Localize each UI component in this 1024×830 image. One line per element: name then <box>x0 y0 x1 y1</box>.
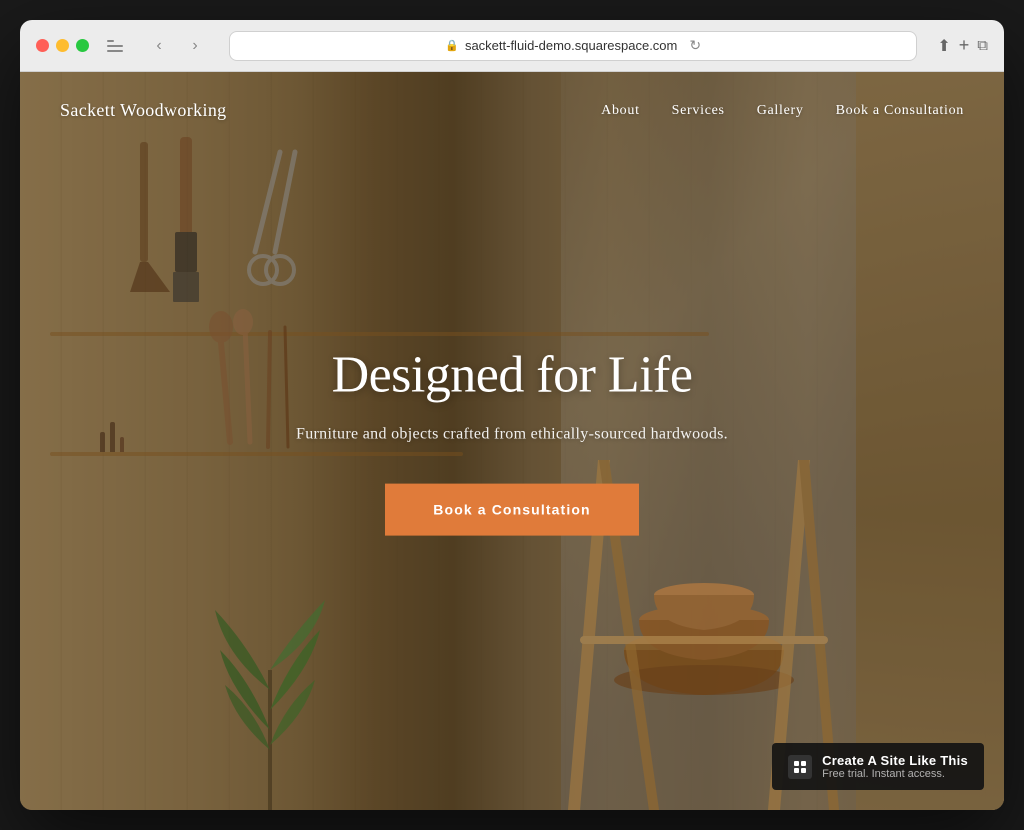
badge-title: Create A Site Like This <box>822 753 968 768</box>
nav-services[interactable]: Services <box>672 103 725 119</box>
nav-about[interactable]: About <box>601 103 640 119</box>
badge-text: Create A Site Like This Free trial. Inst… <box>822 753 968 780</box>
plant-svg <box>210 590 330 810</box>
nav-book-consultation[interactable]: Book a Consultation <box>836 103 964 119</box>
address-bar[interactable]: 🔒 sackett-fluid-demo.squarespace.com ↻ <box>229 31 917 61</box>
nav-links: About Services Gallery Book a Consultati… <box>601 103 964 119</box>
maximize-button[interactable] <box>76 39 89 52</box>
site-nav: Sackett Woodworking About Services Galle… <box>20 72 1004 149</box>
hero-content: Designed for Life Furniture and objects … <box>212 347 812 536</box>
hero-subtitle: Furniture and objects crafted from ethic… <box>212 422 812 448</box>
squarespace-icon <box>788 755 812 779</box>
close-button[interactable] <box>36 39 49 52</box>
url-display: sackett-fluid-demo.squarespace.com <box>465 38 677 53</box>
squarespace-badge[interactable]: Create A Site Like This Free trial. Inst… <box>772 743 984 790</box>
forward-button[interactable]: › <box>181 32 209 60</box>
windows-button[interactable]: ⧉ <box>977 37 988 54</box>
new-tab-button[interactable]: + <box>959 35 970 56</box>
reload-button[interactable]: ↻ <box>689 37 701 54</box>
traffic-lights <box>36 39 89 52</box>
hero-title: Designed for Life <box>212 347 812 404</box>
hero-cta-button[interactable]: Book a Consultation <box>385 483 638 535</box>
browser-actions: ⬆ + ⧉ <box>937 35 988 56</box>
website-content: Sackett Woodworking About Services Galle… <box>20 72 1004 810</box>
lock-icon: 🔒 <box>445 39 459 52</box>
sidebar-icon[interactable] <box>101 32 129 60</box>
site-logo: Sackett Woodworking <box>60 100 227 121</box>
nav-gallery[interactable]: Gallery <box>757 103 804 119</box>
browser-controls: ‹ › <box>145 32 209 60</box>
minimize-button[interactable] <box>56 39 69 52</box>
browser-window: ‹ › 🔒 sackett-fluid-demo.squarespace.com… <box>20 20 1004 810</box>
back-button[interactable]: ‹ <box>145 32 173 60</box>
badge-subtitle: Free trial. Instant access. <box>822 768 968 780</box>
browser-chrome: ‹ › 🔒 sackett-fluid-demo.squarespace.com… <box>20 20 1004 72</box>
share-button[interactable]: ⬆ <box>937 36 950 56</box>
